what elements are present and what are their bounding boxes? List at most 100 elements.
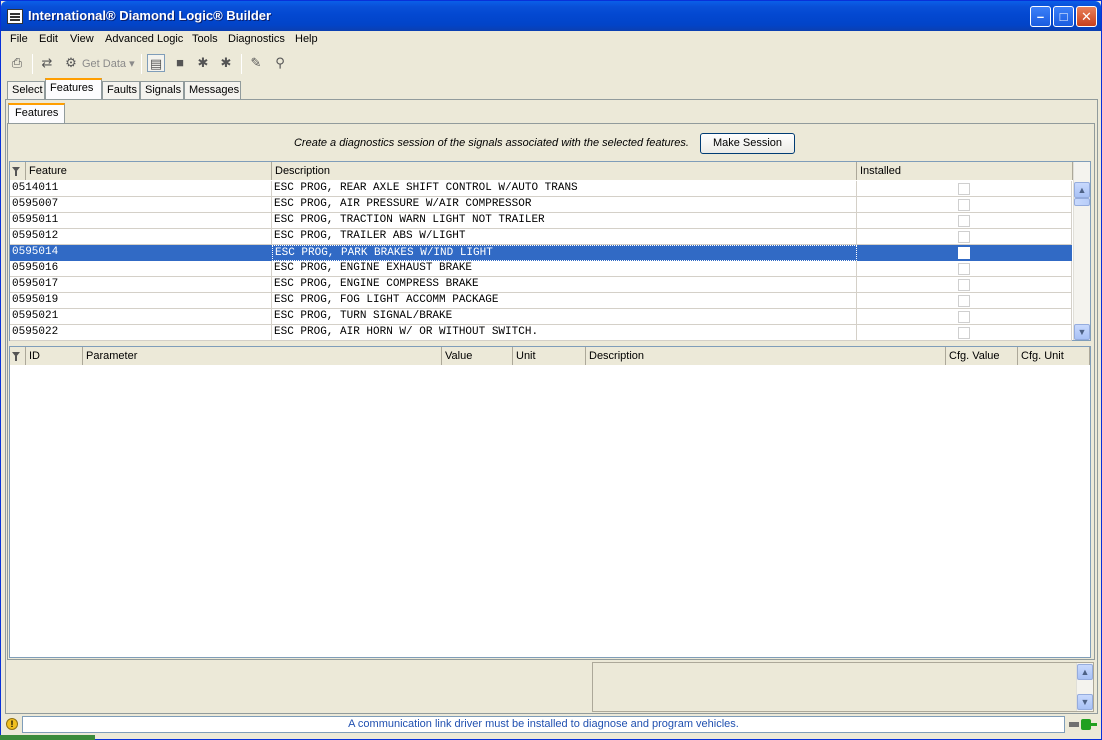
feature-code: 0595017 — [10, 277, 272, 293]
table-row[interactable]: 0514011 ESC PROG, REAR AXLE SHIFT CONTROL… — [10, 181, 1072, 197]
info-pane: ▲ ▼ — [592, 662, 1094, 712]
get-data-icon[interactable]: ⚙ — [62, 54, 80, 72]
table-row[interactable]: 0595019 ESC PROG, FOG LIGHT ACCOMM PACKAG… — [10, 293, 1072, 309]
menu-file[interactable]: File — [10, 33, 28, 45]
menu-diagnostics[interactable]: Diagnostics — [228, 33, 285, 45]
scroll-thumb[interactable] — [1074, 198, 1090, 206]
menu-edit[interactable]: Edit — [39, 33, 58, 45]
installed-cell — [857, 277, 1072, 293]
column-header-cfg-unit[interactable]: Cfg. Unit — [1018, 347, 1090, 365]
feature-code: 0595012 — [10, 229, 272, 245]
features-scrollbar[interactable]: ▲ ▼ — [1073, 162, 1090, 340]
menu-tools[interactable]: Tools — [192, 33, 218, 45]
installed-cell — [857, 293, 1072, 309]
tab-faults[interactable]: Faults — [102, 81, 140, 99]
column-header-id[interactable]: ID — [26, 347, 83, 365]
installed-cell — [857, 245, 1072, 261]
minimize-button[interactable]: – — [1030, 6, 1051, 27]
installed-checkbox[interactable] — [958, 231, 970, 243]
filter-icon — [12, 352, 20, 361]
tab-features[interactable]: Features — [45, 78, 102, 99]
table-row[interactable]: 0595022 ESC PROG, AIR HORN W/ OR WITHOUT … — [10, 325, 1072, 341]
installed-checkbox[interactable] — [958, 247, 970, 259]
print-icon[interactable]: ⎙ — [8, 54, 26, 72]
column-header-description[interactable]: Description — [272, 162, 857, 180]
close-button[interactable]: ✕ — [1076, 6, 1097, 27]
session-prompt: Create a diagnostics session of the sign… — [293, 137, 689, 149]
table-row[interactable]: 0595016 ESC PROG, ENGINE EXHAUST BRAKE — [10, 261, 1072, 277]
feature-code: 0595011 — [10, 213, 272, 229]
feature-description: ESC PROG, PARK BRAKES W/IND LIGHT — [272, 245, 857, 261]
warning-icon: ! — [6, 718, 18, 730]
features-table: Feature Description Installed 0514011 ESC… — [9, 161, 1091, 341]
window-title: International® Diamond Logic® Builder — [28, 8, 272, 23]
get-data-label: Get Data — [82, 58, 127, 70]
installed-cell — [857, 213, 1072, 229]
subtab-features[interactable]: Features — [8, 103, 66, 123]
table-row[interactable]: 0595014 ESC PROG, PARK BRAKES W/IND LIGHT — [10, 245, 1072, 261]
connect-icon[interactable]: ⇄ — [38, 54, 56, 72]
taskbar-edge — [0, 735, 95, 740]
menu-view[interactable]: View — [70, 33, 94, 45]
table-row[interactable]: 0595021 ESC PROG, TURN SIGNAL/BRAKE — [10, 309, 1072, 325]
column-header-unit[interactable]: Unit — [513, 347, 586, 365]
filter-button[interactable] — [10, 162, 26, 180]
menu-help[interactable]: Help — [295, 33, 318, 45]
installed-checkbox[interactable] — [958, 279, 970, 291]
tab-messages[interactable]: Messages — [184, 81, 241, 99]
feature-code: 0514011 — [10, 181, 272, 197]
bug-icon[interactable]: ✱ — [194, 54, 212, 72]
title-bar[interactable]: International® Diamond Logic® Builder – … — [1, 1, 1101, 31]
installed-checkbox[interactable] — [958, 327, 970, 339]
menu-bar: File Edit View Advanced Logic Tools Diag… — [1, 31, 1101, 49]
installed-cell — [857, 325, 1072, 341]
installed-checkbox[interactable] — [958, 295, 970, 307]
key-icon[interactable]: ⚲ — [271, 54, 289, 72]
document-icon[interactable]: ▤ — [147, 54, 165, 72]
toolbar-separator — [241, 54, 242, 74]
eraser-icon[interactable]: ✎ — [247, 54, 265, 72]
installed-checkbox[interactable] — [958, 183, 970, 195]
bug-alt-icon[interactable]: ✱ — [217, 54, 235, 72]
table-row[interactable]: 0595011 ESC PROG, TRACTION WARN LIGHT NOT… — [10, 213, 1072, 229]
column-header-installed[interactable]: Installed — [857, 162, 1073, 180]
installed-checkbox[interactable] — [958, 263, 970, 275]
scroll-up-button[interactable]: ▲ — [1077, 664, 1093, 680]
scroll-down-button[interactable]: ▼ — [1077, 694, 1093, 710]
toolbar-separator — [32, 54, 33, 74]
make-session-button[interactable]: Make Session — [700, 133, 795, 154]
menu-advanced-logic[interactable]: Advanced Logic — [105, 33, 183, 45]
feature-description: ESC PROG, FOG LIGHT ACCOMM PACKAGE — [272, 293, 857, 309]
column-header-cfg-value[interactable]: Cfg. Value — [946, 347, 1018, 365]
filter-icon — [12, 167, 20, 176]
feature-description: ESC PROG, TRAILER ABS W/LIGHT — [272, 229, 857, 245]
filter-button[interactable] — [10, 347, 26, 365]
column-header-feature[interactable]: Feature — [26, 162, 272, 180]
tab-select[interactable]: Select — [7, 81, 45, 99]
chevron-down-icon: ▾ — [129, 58, 135, 70]
column-header-parameter[interactable]: Parameter — [83, 347, 442, 365]
info-scrollbar[interactable]: ▲ ▼ — [1076, 663, 1093, 711]
installed-checkbox[interactable] — [958, 215, 970, 227]
installed-checkbox[interactable] — [958, 311, 970, 323]
scroll-up-button[interactable]: ▲ — [1074, 182, 1090, 198]
maximize-button[interactable]: □ — [1053, 6, 1074, 27]
column-header-value[interactable]: Value — [442, 347, 513, 365]
get-data-button[interactable]: Get Data ▾ — [82, 57, 135, 70]
feature-code: 0595019 — [10, 293, 272, 309]
tab-signals[interactable]: Signals — [140, 81, 184, 99]
table-row[interactable]: 0595012 ESC PROG, TRAILER ABS W/LIGHT — [10, 229, 1072, 245]
feature-description: ESC PROG, ENGINE COMPRESS BRAKE — [272, 277, 857, 293]
scroll-down-button[interactable]: ▼ — [1074, 324, 1090, 340]
features-table-header: Feature Description Installed — [10, 162, 1073, 180]
signals-table: ID Parameter Value Unit Description Cfg.… — [9, 346, 1091, 658]
installed-checkbox[interactable] — [958, 199, 970, 211]
stop-icon[interactable]: ■ — [171, 54, 189, 72]
table-row[interactable]: 0595007 ESC PROG, AIR PRESSURE W/AIR COMP… — [10, 197, 1072, 213]
connection-plug-icon[interactable] — [1069, 718, 1097, 730]
column-header-description[interactable]: Description — [586, 347, 946, 365]
installed-cell — [857, 181, 1072, 197]
feature-code: 0595014 — [10, 245, 272, 261]
signals-table-header: ID Parameter Value Unit Description Cfg.… — [10, 347, 1090, 365]
table-row[interactable]: 0595017 ESC PROG, ENGINE COMPRESS BRAKE — [10, 277, 1072, 293]
